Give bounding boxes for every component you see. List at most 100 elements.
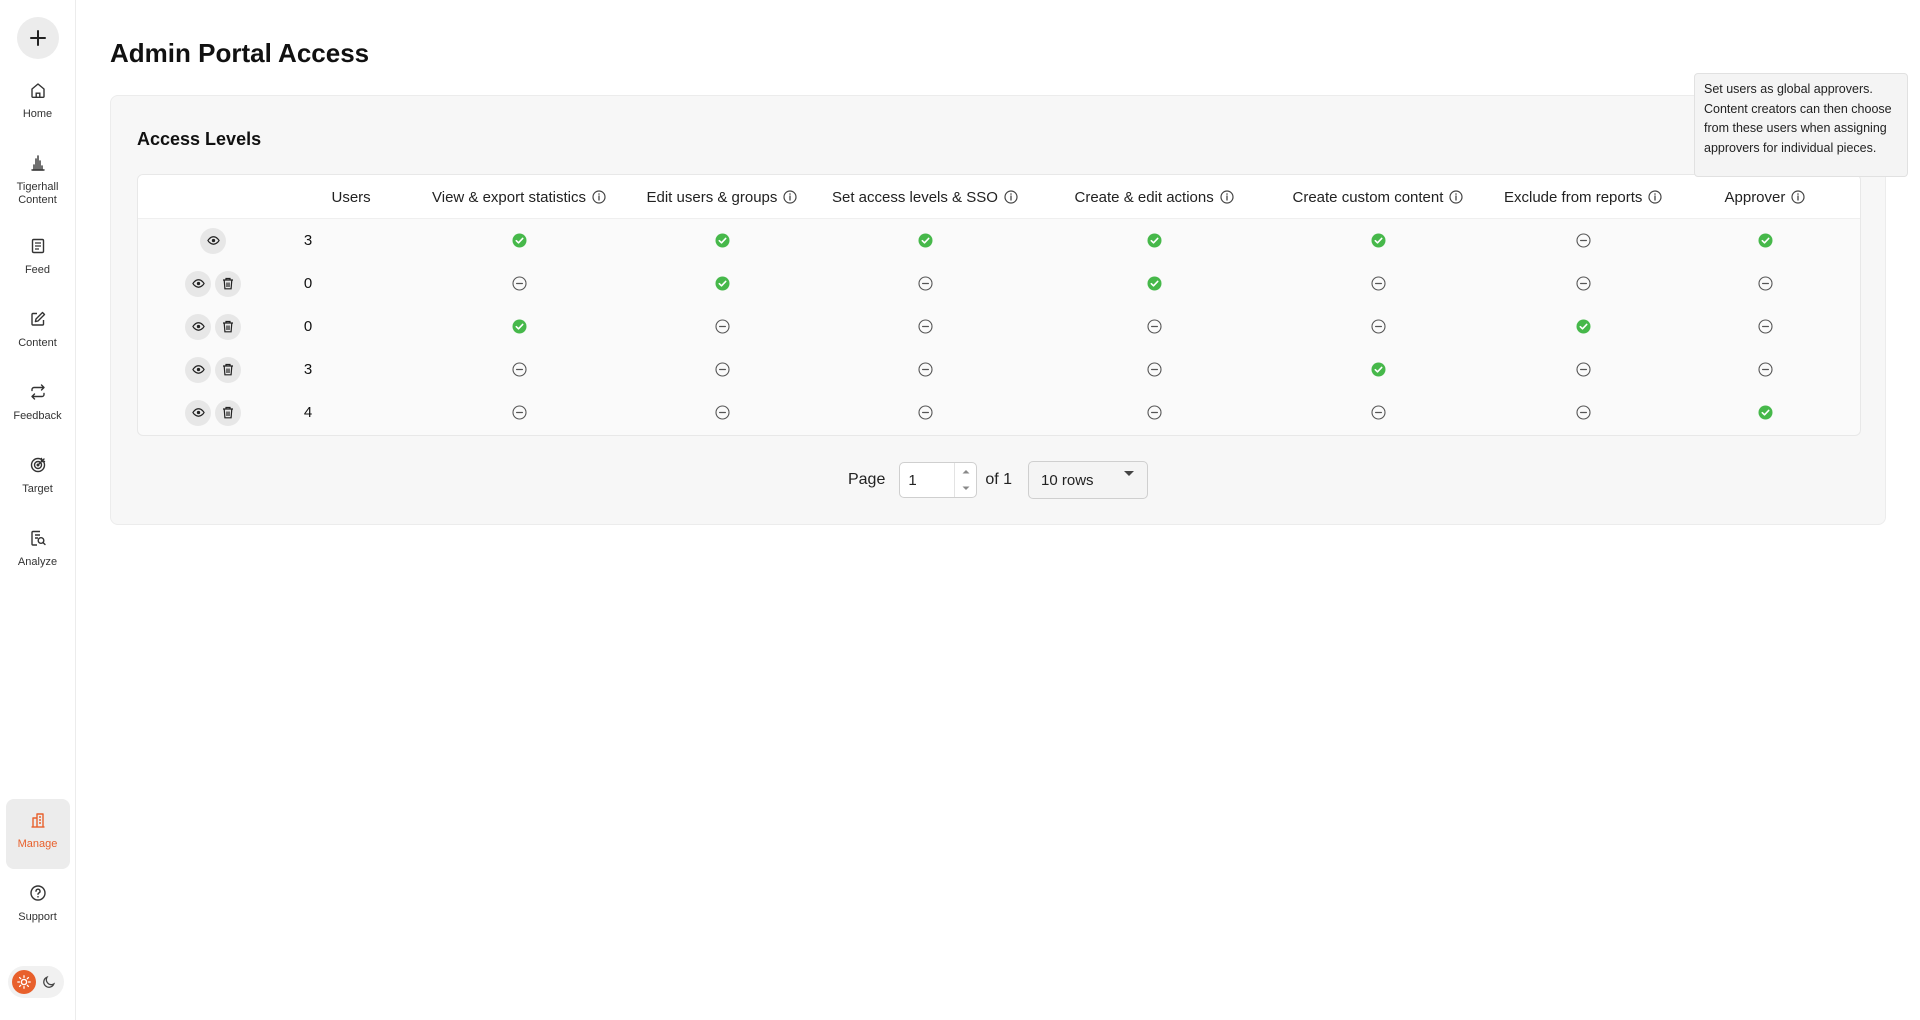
check-icon [1363, 348, 1393, 391]
check-icon [707, 262, 737, 305]
view-button[interactable] [200, 227, 226, 254]
info-icon[interactable] [592, 190, 606, 204]
table-row: 0 [138, 305, 1860, 348]
chevron-up-icon[interactable] [962, 469, 970, 474]
info-icon[interactable] [1449, 190, 1464, 204]
help-icon [29, 884, 47, 907]
check-icon [910, 219, 940, 262]
sidebar-item-feed[interactable]: Feed [6, 225, 70, 295]
check-icon [1139, 219, 1169, 262]
sidebar-item-content[interactable]: Content [6, 298, 70, 368]
rows-per-page-select[interactable]: 10 rows [1028, 461, 1149, 499]
column-header-approver: Approver [1725, 175, 1806, 219]
access-levels-title: Access Levels [137, 129, 262, 149]
plus-icon [29, 30, 46, 46]
page-number-input[interactable]: 1 [899, 462, 978, 498]
column-header-label: Exclude from reports [1504, 188, 1643, 206]
edit-icon [29, 310, 47, 333]
check-icon [1750, 391, 1780, 434]
check-icon [707, 219, 737, 262]
sun-icon[interactable] [11, 970, 36, 994]
minus-circle-icon [1750, 262, 1780, 305]
access-levels-table: Users View & export statistics Edit users … [137, 174, 1861, 436]
minus-circle-icon [910, 305, 940, 348]
column-header-exclude-from-reports: Exclude from reports [1504, 175, 1662, 219]
sidebar-item-label: Support [18, 911, 57, 923]
trash-icon [222, 320, 234, 333]
delete-button[interactable] [215, 313, 241, 340]
chevron-down-icon[interactable] [962, 486, 970, 491]
column-header-create-custom-content: Create custom content [1293, 175, 1464, 219]
info-icon[interactable] [783, 190, 798, 204]
add-button[interactable] [16, 17, 59, 59]
target-icon [29, 456, 47, 479]
eye-icon [191, 406, 205, 419]
eye-icon [206, 234, 220, 247]
minus-circle-icon [1750, 348, 1780, 391]
info-icon[interactable] [1648, 190, 1662, 204]
table-row: 0 [138, 262, 1860, 305]
minus-circle-icon [504, 391, 534, 434]
sidebar-item-label: Feedback [13, 410, 62, 422]
check-icon [1363, 219, 1393, 262]
column-header-users: Users [332, 175, 371, 219]
sidebar-item-home[interactable]: Home [6, 69, 70, 139]
view-button[interactable] [185, 270, 211, 297]
minus-circle-icon [910, 348, 940, 391]
check-icon [1139, 262, 1169, 305]
minus-circle-icon [707, 391, 737, 434]
delete-button[interactable] [215, 356, 241, 383]
info-icon[interactable] [1220, 190, 1234, 204]
minus-circle-icon [1139, 391, 1169, 434]
moon-icon[interactable] [37, 970, 61, 994]
sidebar-item-support[interactable]: Support [6, 872, 70, 942]
manage-icon [29, 811, 47, 834]
info-icon[interactable] [1004, 190, 1018, 204]
minus-circle-icon [1363, 391, 1393, 434]
check-icon [1750, 219, 1780, 262]
theme-toggle[interactable] [8, 966, 64, 998]
view-button[interactable] [185, 356, 211, 383]
sidebar-nav-bottom: Manage Support [0, 799, 75, 945]
check-icon [504, 219, 534, 262]
eye-icon [191, 320, 205, 333]
sidebar-item-target[interactable]: Target [6, 444, 70, 514]
view-button[interactable] [185, 313, 211, 340]
minus-circle-icon [1139, 348, 1169, 391]
sidebar-item-label: Home [22, 108, 53, 120]
column-header-label: Create & edit actions [1074, 188, 1214, 206]
feedback-icon [29, 383, 47, 406]
sidebar-item-label: Analyze [17, 556, 58, 568]
sidebar-item-manage[interactable]: Manage [5, 799, 70, 869]
minus-circle-icon [1568, 348, 1598, 391]
minus-circle-icon [1568, 262, 1598, 305]
page-label: Page [847, 471, 886, 488]
minus-circle-icon [910, 391, 940, 434]
view-button[interactable] [185, 399, 211, 426]
sidebar-item-tigerhall-content[interactable]: Tigerhall Content [6, 142, 70, 222]
eye-icon [191, 277, 205, 290]
delete-button[interactable] [215, 399, 241, 426]
tigerhall-icon [29, 154, 47, 177]
page-title: Admin Portal Access [110, 38, 370, 68]
sidebar-item-label: Tigerhall Content [16, 181, 59, 206]
column-header-create-edit-actions: Create & edit actions [1075, 175, 1234, 219]
access-levels-card: Access Levels Users View & export statist… [110, 95, 1886, 525]
trash-icon [222, 363, 234, 376]
minus-circle-icon [707, 305, 737, 348]
pagination: Page 1 of 1 10 rows [111, 461, 1885, 499]
check-icon [1568, 305, 1598, 348]
sidebar-item-analyze[interactable]: Analyze [6, 517, 70, 587]
feed-icon [29, 237, 47, 260]
page-stepper[interactable] [954, 463, 976, 497]
column-header-label: View & export statistics [432, 188, 586, 206]
eye-icon [191, 363, 205, 376]
sidebar-item-feedback[interactable]: Feedback [6, 371, 70, 441]
users-count: 0 [303, 318, 313, 335]
column-header-view-export-statistics: View & export statistics [432, 175, 606, 219]
minus-circle-icon [1568, 391, 1598, 434]
table-row: 3 [138, 348, 1860, 391]
info-icon[interactable] [1791, 190, 1805, 204]
column-header-label: Create custom content [1292, 188, 1444, 206]
delete-button[interactable] [215, 270, 241, 297]
